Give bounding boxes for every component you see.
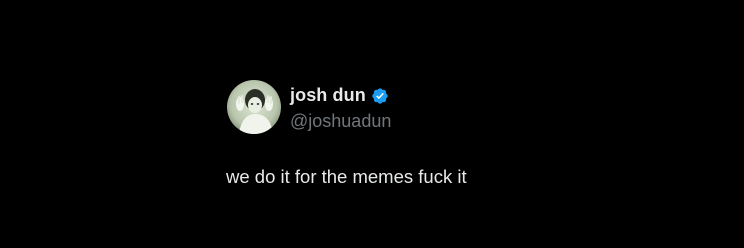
name-row: josh dun (290, 84, 391, 108)
verified-badge-icon (371, 87, 389, 105)
user-handle[interactable]: @joshuadun (290, 109, 391, 133)
display-name[interactable]: josh dun (290, 85, 366, 106)
user-names: josh dun @joshuadun (290, 82, 391, 133)
avatar[interactable] (227, 80, 281, 134)
tweet-text: we do it for the memes fuck it (226, 166, 467, 187)
tweet-header: josh dun @joshuadun (225, 77, 645, 137)
avatar-image (227, 80, 281, 134)
tweet-card: josh dun @joshuadun we do it for the mem… (225, 77, 645, 187)
